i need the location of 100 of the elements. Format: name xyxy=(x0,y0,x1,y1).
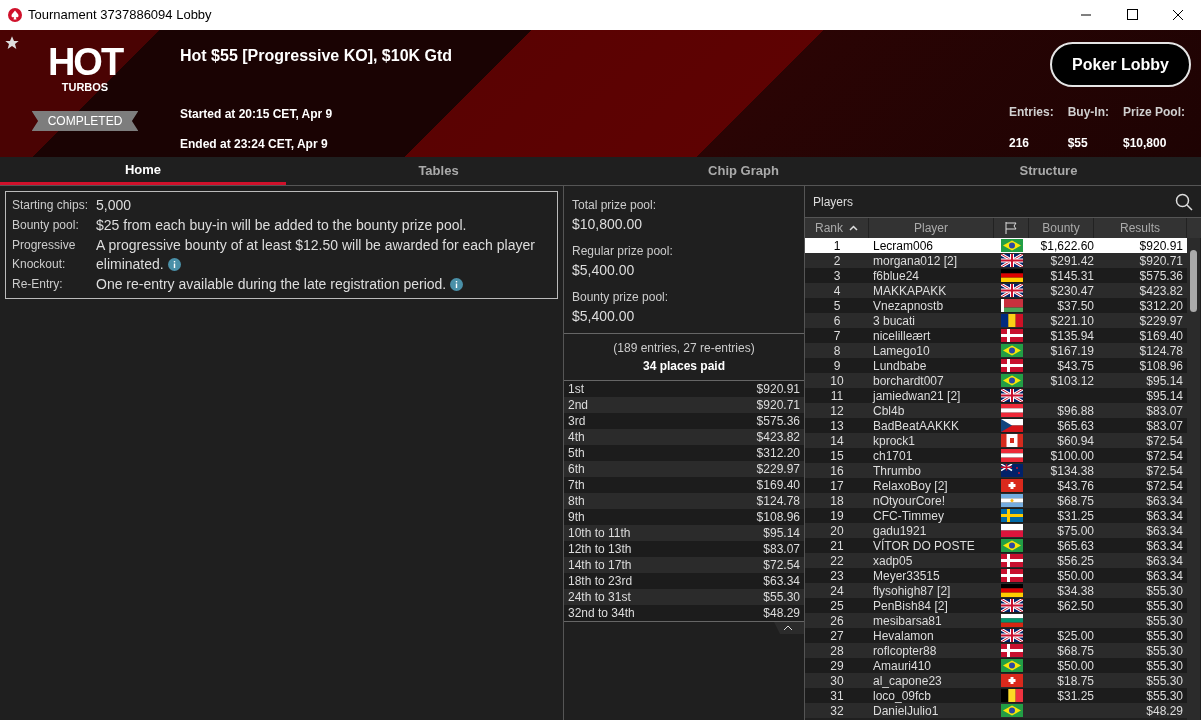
info-icon[interactable] xyxy=(167,258,181,271)
player-row[interactable]: 20 gadu1921 $75.00 $63.34 xyxy=(805,523,1187,538)
info-label: Progressive Knockout: xyxy=(12,237,77,273)
payout-place: 5th xyxy=(568,445,585,462)
payout-amount: $920.71 xyxy=(756,397,800,414)
player-row[interactable]: 24 flysohigh87 [2] $34.38 $55.30 xyxy=(805,583,1187,598)
tab[interactable]: Tables xyxy=(286,157,591,185)
player-row[interactable]: 2 morgana012 [2] $291.42 $920.71 xyxy=(805,253,1187,268)
prize-pool-value: $5,400.00 xyxy=(572,261,636,280)
player-row[interactable]: 6 3 bucati $221.10 $229.97 xyxy=(805,313,1187,328)
bounty-cell-text: $291.42 xyxy=(1049,252,1094,270)
rank-cell-text: 6 xyxy=(832,312,842,330)
payout-place: 3rd xyxy=(568,413,586,430)
payout-amount: $95.14 xyxy=(763,525,800,542)
results-cell-text: $55.30 xyxy=(1145,612,1184,630)
status-badge: COMPLETED xyxy=(31,111,139,131)
rank-cell-text: 22 xyxy=(829,552,845,570)
player-row[interactable]: 1 Lecram006 $1,622.60 $920.91 xyxy=(805,238,1187,253)
bounty-cell-text: $56.25 xyxy=(1056,552,1094,570)
player-row[interactable]: 10 borchardt007 $103.12 $95.14 xyxy=(805,373,1187,388)
tab[interactable]: Home xyxy=(0,157,286,185)
sort-ascending-icon[interactable] xyxy=(849,225,858,231)
tab[interactable]: Chip Graph xyxy=(591,157,896,185)
player-row[interactable]: 18 nOtyourCore! $68.75 $63.34 xyxy=(805,493,1187,508)
bounty-cell-text: $65.63 xyxy=(1056,537,1094,555)
player-name: DanielJulio1 xyxy=(872,703,940,720)
stat-label: Entries: xyxy=(1008,104,1054,121)
rank-cell-text: 14 xyxy=(829,432,845,450)
player-name: ch1701 xyxy=(872,448,914,465)
rank-cell-text: 28 xyxy=(829,642,845,660)
player-name: al_capone23 xyxy=(872,672,943,690)
results-cell-text: $63.34 xyxy=(1145,522,1184,540)
prize-pool-label: Total prize pool: xyxy=(572,197,658,214)
stat-value: 216 xyxy=(1008,135,1030,152)
scrollbar[interactable] xyxy=(1187,238,1200,720)
rank-cell-text: 12 xyxy=(829,402,845,420)
player-name: Meyer33515 xyxy=(872,568,941,585)
player-name: Vnezapnostb xyxy=(872,297,945,315)
info-value: $25 from each buy-in will be added to the bounty prize pool. xyxy=(96,216,467,235)
rank-cell-text: 7 xyxy=(832,327,842,345)
rank-cell-text: 19 xyxy=(829,507,845,525)
results-cell-text: $124.78 xyxy=(1138,342,1184,360)
player-row[interactable]: 28 roflcopter88 $68.75 $55.30 xyxy=(805,643,1187,658)
payout-place: 4th xyxy=(568,429,585,446)
stat-value: $10,800 xyxy=(1123,135,1168,152)
rank-cell-text: 1 xyxy=(832,237,842,255)
bounty-cell-text: $43.75 xyxy=(1056,357,1094,375)
info-label: Re-Entry: xyxy=(12,276,64,293)
bounty-cell-text: $135.94 xyxy=(1049,327,1094,345)
player-name: kprock1 xyxy=(872,432,917,450)
player-name: nicelilleært xyxy=(872,327,932,345)
results-cell-text: $63.34 xyxy=(1145,537,1184,555)
player-row[interactable]: 32 DanielJulio1 $48.29 xyxy=(805,703,1187,718)
player-name: BadBeatAAKKK xyxy=(872,417,961,435)
info-label: Bounty pool: xyxy=(12,217,80,234)
player-name: roflcopter88 xyxy=(872,642,938,660)
player-row[interactable]: 22 xadp05 $56.25 $63.34 xyxy=(805,553,1187,568)
player-row[interactable]: 14 kprock1 $60.94 $72.54 xyxy=(805,433,1187,448)
player-row[interactable]: 30 al_capone23 $18.75 $55.30 xyxy=(805,673,1187,688)
payout-amount: $48.29 xyxy=(763,605,800,622)
info-icon[interactable] xyxy=(450,278,464,291)
bounty-cell-text: $145.31 xyxy=(1049,267,1094,285)
player-row[interactable]: 26 mesibarsa81 $55.30 xyxy=(805,613,1187,628)
results-cell-text: $55.30 xyxy=(1145,687,1184,705)
poker-lobby-button[interactable]: Poker Lobby xyxy=(1050,42,1191,87)
stat-value: $55 xyxy=(1067,135,1089,152)
window-title: Tournament 3737886094 Lobby xyxy=(28,6,212,25)
player-row[interactable]: 8 Lamego10 $167.19 $124.78 xyxy=(805,343,1187,358)
info-value: One re-entry available during the late registration period. xyxy=(96,275,464,294)
player-name: MAKKAPAKK xyxy=(872,282,948,300)
player-name: 3 bucati xyxy=(872,313,917,330)
tab[interactable]: Structure xyxy=(896,157,1201,185)
results-cell-text: $55.30 xyxy=(1145,582,1184,600)
bounty-cell-text: $68.75 xyxy=(1056,642,1094,660)
star-icon[interactable] xyxy=(4,35,20,51)
rank-cell-text: 3 xyxy=(832,267,842,285)
info-value: A progressive bounty of at least $12.50 will be awarded for each player eliminated. xyxy=(96,236,536,274)
bounty-cell-text: $62.50 xyxy=(1056,597,1094,615)
bounty-cell-text: $37.50 xyxy=(1056,297,1094,315)
results-cell-text: $575.36 xyxy=(1138,267,1184,285)
payout-amount: $55.30 xyxy=(763,589,800,606)
payout-place: 1st xyxy=(568,381,584,398)
results-cell-text: $72.54 xyxy=(1145,432,1184,450)
player-row[interactable]: 12 Cbl4b $96.88 $83.07 xyxy=(805,403,1187,418)
rank-cell-text: 30 xyxy=(829,672,845,690)
player-name: RelaxoBoy [2] xyxy=(872,477,949,495)
player-name: Thrumbo xyxy=(872,462,923,480)
results-cell-text: $55.30 xyxy=(1145,597,1184,615)
player-row[interactable]: 4 MAKKAPAKK $230.47 $423.82 xyxy=(805,283,1187,298)
results-cell-text: $312.20 xyxy=(1138,297,1184,315)
player-row[interactable]: 16 Thrumbo $134.38 $72.54 xyxy=(805,463,1187,478)
rank-cell-text: 5 xyxy=(832,297,842,315)
stat-label: Prize Pool: xyxy=(1123,104,1185,121)
payout-amount: $920.91 xyxy=(756,381,800,398)
search-icon[interactable] xyxy=(1175,192,1193,211)
payout-place: 6th xyxy=(568,461,585,478)
player-name: CFC-Timmey xyxy=(872,508,945,525)
results-cell-text: $229.97 xyxy=(1138,312,1184,330)
player-name: morgana012 [2] xyxy=(872,252,959,270)
payout-place: 9th xyxy=(568,509,585,526)
